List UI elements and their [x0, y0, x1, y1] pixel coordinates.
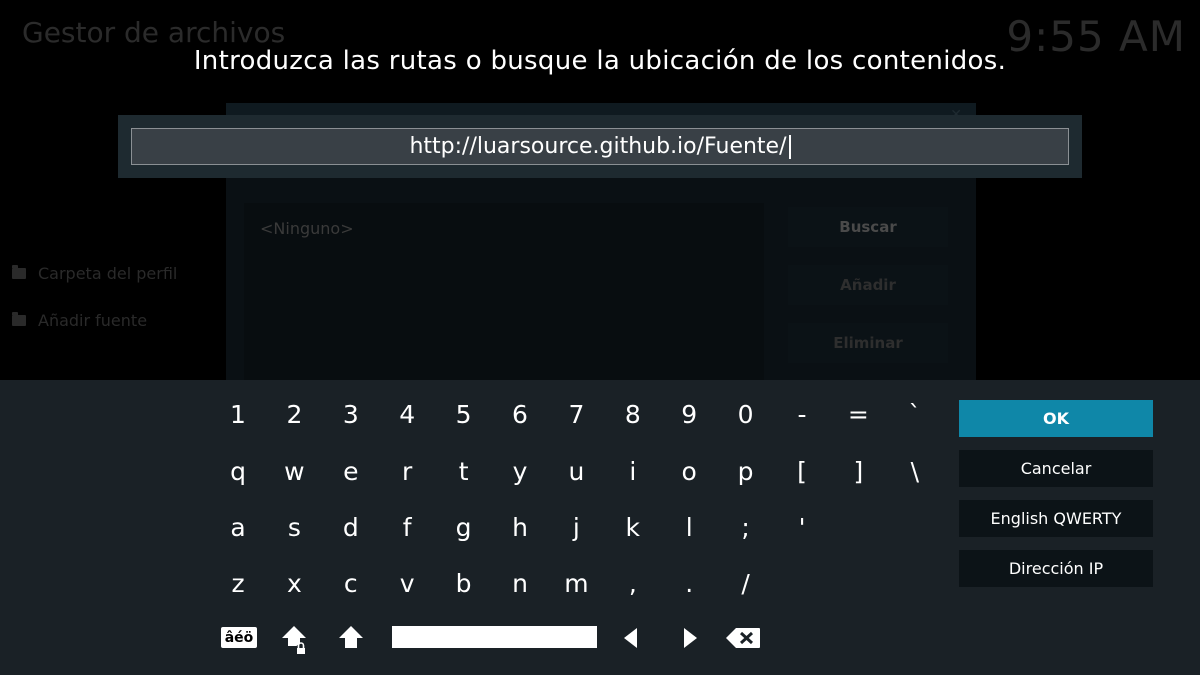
key[interactable]: u [550, 457, 602, 487]
key[interactable]: [ [776, 457, 828, 487]
remove-button[interactable]: Eliminar [788, 323, 948, 363]
cancel-button[interactable]: Cancelar [959, 450, 1153, 487]
shift-icon[interactable] [338, 625, 364, 649]
key[interactable]: r [381, 457, 433, 487]
browse-button[interactable]: Buscar [788, 207, 948, 247]
key[interactable]: 3 [325, 400, 377, 430]
input-panel: http://luarsource.github.io/Fuente/ [118, 115, 1082, 178]
key[interactable]: \ [889, 457, 941, 487]
key[interactable]: z [212, 569, 264, 599]
key[interactable]: d [325, 513, 377, 543]
key[interactable]: i [607, 457, 659, 487]
key[interactable]: 6 [494, 400, 546, 430]
path-input-value: http://luarsource.github.io/Fuente/ [409, 134, 787, 159]
accent-key[interactable]: âéö [221, 627, 257, 648]
sidebar-item-add-source[interactable]: Añadir fuente [12, 311, 147, 330]
key[interactable]: n [494, 569, 546, 599]
key[interactable]: h [494, 513, 546, 543]
sidebar-item-label: Añadir fuente [38, 311, 148, 330]
key[interactable]: b [438, 569, 490, 599]
backspace-icon[interactable] [725, 627, 761, 649]
key[interactable]: ] [832, 457, 884, 487]
path-input[interactable]: http://luarsource.github.io/Fuente/ [131, 128, 1069, 165]
sidebar-item-profile-folder[interactable]: Carpeta del perfil [12, 264, 177, 283]
key[interactable]: ` [889, 400, 941, 430]
key[interactable]: 8 [607, 400, 659, 430]
key[interactable]: ' [776, 513, 828, 543]
add-button[interactable]: Añadir [788, 265, 948, 305]
key[interactable]: 5 [438, 400, 490, 430]
folder-icon [12, 265, 26, 279]
key[interactable]: g [438, 513, 490, 543]
space-bar[interactable] [392, 626, 597, 648]
dialog-heading: Introduzca las rutas o busque la ubicaci… [193, 46, 1007, 76]
key[interactable]: m [550, 569, 602, 599]
key[interactable]: 7 [550, 400, 602, 430]
key[interactable]: a [212, 513, 264, 543]
key[interactable]: t [438, 457, 490, 487]
key[interactable]: 2 [268, 400, 320, 430]
ip-address-button[interactable]: Dirección IP [959, 550, 1153, 587]
key[interactable]: k [607, 513, 659, 543]
key[interactable]: p [720, 457, 772, 487]
key[interactable]: . [663, 569, 715, 599]
folder-icon [12, 312, 26, 326]
arrow-right-icon[interactable] [680, 626, 700, 650]
list-item[interactable]: <Ninguno> [260, 219, 354, 238]
keyboard-layout-button[interactable]: English QWERTY [959, 500, 1153, 537]
key[interactable]: x [268, 569, 320, 599]
key[interactable]: f [381, 513, 433, 543]
key[interactable]: q [212, 457, 264, 487]
window-title: Gestor de archivos [22, 16, 286, 49]
key[interactable]: , [607, 569, 659, 599]
key[interactable]: / [720, 569, 772, 599]
key[interactable]: y [494, 457, 546, 487]
text-cursor [788, 134, 791, 159]
key[interactable]: 9 [663, 400, 715, 430]
sidebar-item-label: Carpeta del perfil [38, 264, 178, 283]
key[interactable]: 4 [381, 400, 433, 430]
ok-button[interactable]: OK [959, 400, 1153, 437]
key[interactable]: 0 [720, 400, 772, 430]
key[interactable]: l [663, 513, 715, 543]
caps-lock-icon[interactable] [281, 624, 311, 656]
key[interactable]: c [325, 569, 377, 599]
arrow-left-icon[interactable] [621, 626, 641, 650]
key[interactable]: w [268, 457, 320, 487]
key[interactable]: - [776, 400, 828, 430]
key[interactable]: o [663, 457, 715, 487]
key[interactable]: j [550, 513, 602, 543]
key[interactable]: s [268, 513, 320, 543]
key[interactable]: = [832, 400, 884, 430]
key[interactable]: e [325, 457, 377, 487]
key[interactable]: v [381, 569, 433, 599]
key[interactable]: ; [720, 513, 772, 543]
key[interactable]: 1 [212, 400, 264, 430]
